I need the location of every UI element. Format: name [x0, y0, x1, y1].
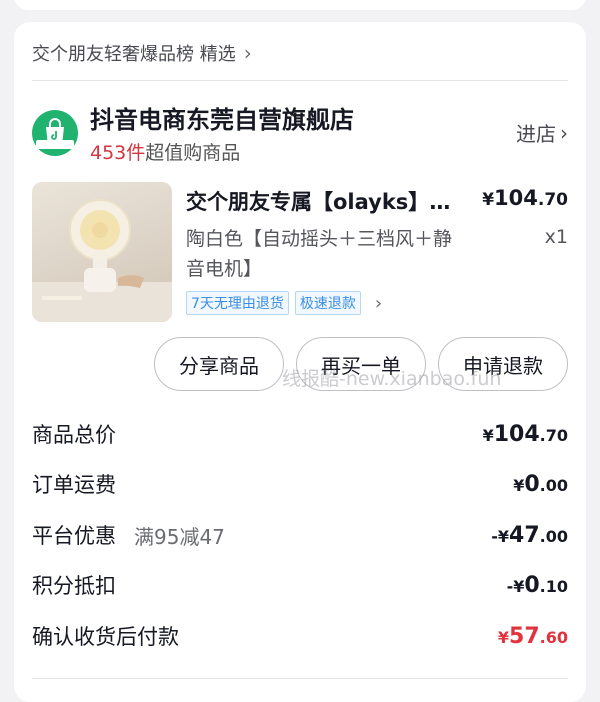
amount-symbol: ¥: [497, 526, 510, 546]
amount-sign: -: [506, 576, 514, 596]
amount-symbol: ¥: [497, 627, 510, 647]
summary-label: 确认收货后付款: [32, 625, 179, 649]
divider: [32, 678, 568, 679]
amount-integer: 0: [524, 471, 540, 497]
shopping-bag-icon: [46, 118, 64, 141]
enter-store-label: 进店: [516, 122, 556, 146]
enter-store-link[interactable]: 进店 ›: [516, 118, 568, 147]
amount-decimal: .70: [539, 425, 568, 445]
currency-symbol: ¥: [482, 190, 495, 210]
summary-label: 积分抵扣: [32, 574, 116, 598]
summary-points: 积分抵扣 - ¥ 0 .10: [32, 570, 568, 600]
summary-amount: - ¥ 0 .10: [507, 573, 568, 598]
store-subtitle: 453件 超值购商品: [90, 138, 240, 165]
store-logo[interactable]: [32, 110, 78, 156]
source-text: 交个朋友轻奢爆品榜 精选: [32, 44, 236, 65]
price-decimal: .70: [537, 190, 568, 210]
amount-integer: 0: [524, 572, 540, 598]
chevron-right-icon: ›: [243, 41, 252, 65]
amount-sign: -: [491, 526, 498, 546]
summary-pay-after: 确认收货后付款 ¥ 57 .60: [32, 621, 568, 651]
summary-amount: - ¥ 47 .00: [491, 523, 568, 548]
amount-decimal: .00: [539, 475, 568, 495]
summary-total: 商品总价 ¥ 104 .70: [32, 419, 568, 449]
amount-decimal: .60: [539, 627, 568, 647]
summary-label: 商品总价: [32, 423, 116, 447]
chevron-right-icon: ›: [374, 292, 383, 314]
divider: [32, 80, 568, 81]
amount-symbol: ¥: [482, 425, 494, 445]
product-count: 453件: [90, 142, 146, 164]
amount-decimal: .10: [539, 576, 568, 596]
summary-amount: ¥ 104 .70: [483, 422, 568, 447]
price-integer: 104: [494, 186, 538, 210]
amount-integer: 47: [509, 522, 540, 548]
store-name[interactable]: 抖音电商东莞自营旗舰店: [90, 100, 354, 135]
product-variant: 陶白色【自动摇头＋三档风＋静音电机】: [186, 228, 453, 280]
tag-fast-refund: 极速退款: [294, 291, 361, 315]
product-image[interactable]: [32, 182, 172, 322]
request-refund-button[interactable]: 申请退款: [438, 337, 568, 391]
product-price: ¥ 104 .70: [482, 186, 568, 210]
logo-tag: [36, 140, 74, 149]
source-link[interactable]: 交个朋友轻奢爆品榜 精选 ›: [32, 38, 252, 68]
summary-platform-discount: 平台优惠 满95减47 - ¥ 47 .00: [32, 520, 568, 550]
summary-amount: ¥ 57 .60: [498, 624, 568, 649]
amount-integer: 104: [493, 421, 540, 447]
rebuy-button[interactable]: 再买一单: [296, 337, 426, 391]
summary-shipping: 订单运费 ¥ 0 .00: [32, 469, 568, 499]
product-quantity: x1: [544, 226, 568, 248]
amount-symbol: ¥: [513, 576, 525, 596]
summary-label: 订单运费: [32, 473, 116, 497]
chevron-right-icon: ›: [560, 120, 568, 145]
amount-symbol: ¥: [513, 475, 525, 495]
product-count-suffix: 超值购商品: [145, 142, 241, 164]
share-product-button[interactable]: 分享商品: [154, 337, 284, 391]
previous-card: [14, 0, 586, 10]
tag-return: 7天无理由退货: [186, 291, 289, 315]
summary-label: 平台优惠: [32, 524, 116, 548]
service-tags[interactable]: 7天无理由退货 极速退款 ›: [186, 291, 382, 315]
product-title[interactable]: 交个朋友专属【olayks】立式风扇: [186, 186, 466, 216]
amount-integer: 57: [509, 623, 540, 649]
amount-decimal: .00: [539, 526, 568, 546]
summary-amount: ¥ 0 .00: [513, 472, 568, 497]
discount-note: 满95减47: [134, 524, 225, 549]
fan-illustration: [32, 199, 172, 322]
